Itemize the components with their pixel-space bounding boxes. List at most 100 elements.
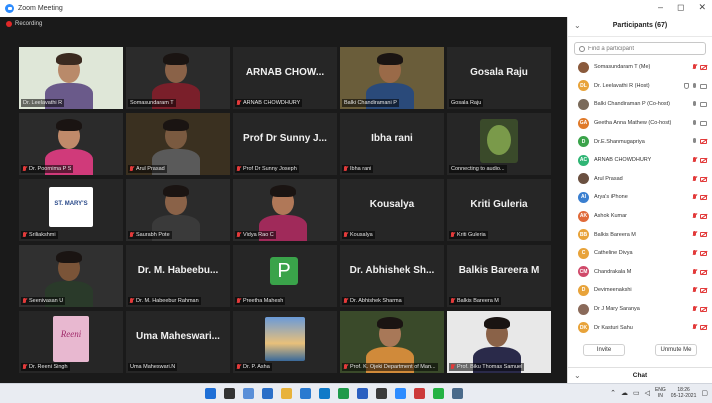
participant-row[interactable]: GA Geetha Anna Mathew (Co-host) — [568, 114, 712, 133]
mic-muted-icon[interactable] — [692, 156, 697, 163]
mic-muted-icon[interactable] — [692, 287, 697, 293]
tray-chevron-icon[interactable]: ⌃ — [610, 389, 616, 397]
participant-row[interactable]: AK Ashok Kumar — [568, 207, 712, 226]
mic-muted-icon[interactable] — [692, 231, 697, 237]
taskbar-app-icon[interactable] — [357, 388, 368, 399]
participant-row[interactable]: Balki Chandiraman P (Co-host) — [568, 95, 712, 114]
video-off-icon[interactable] — [700, 250, 707, 256]
mic-muted-icon[interactable] — [692, 305, 697, 312]
video-tile[interactable]: Gosala Raju Gosala Raju — [447, 47, 551, 109]
mic-muted-icon[interactable] — [692, 324, 697, 330]
participant-row[interactable]: C Catheline Divya — [568, 244, 712, 263]
participant-row[interactable]: BB Balkis Bareera M — [568, 225, 712, 244]
participant-row[interactable]: Somasundaram T (Me) — [568, 58, 712, 77]
mic-muted-icon[interactable] — [692, 64, 697, 70]
video-tile[interactable]: Vidya Rao C — [233, 179, 337, 241]
video-tile[interactable]: Ibha rani Ibha rani — [340, 113, 444, 175]
taskbar-app-icon[interactable] — [338, 388, 349, 399]
video-off-icon[interactable] — [700, 306, 707, 312]
mic-muted-icon[interactable] — [692, 212, 697, 219]
video-tile[interactable]: Balkis Bareera M Balkis Bareera M — [447, 245, 551, 307]
video-icon[interactable] — [700, 83, 707, 89]
mic-icon[interactable] — [692, 138, 697, 144]
video-off-icon[interactable] — [700, 176, 707, 182]
participant-name: Dr. Leelavathi R (Host) — [594, 82, 650, 89]
participant-row[interactable]: D Dr.E.Shanmugapriya — [568, 132, 712, 151]
taskbar-app-icon[interactable] — [376, 388, 387, 399]
mic-muted-icon[interactable] — [692, 194, 697, 200]
network-icon[interactable]: ▭ — [633, 389, 640, 397]
unmute-me-button[interactable]: Unmute Me — [655, 344, 697, 356]
mic-icon[interactable] — [692, 82, 697, 89]
video-icon[interactable] — [700, 102, 707, 108]
chat-bar[interactable]: ⌄ Chat — [568, 367, 712, 383]
mic-icon[interactable] — [692, 101, 697, 107]
video-off-icon[interactable] — [700, 288, 707, 294]
video-tile[interactable]: Arul Prasad — [126, 113, 230, 175]
video-tile[interactable]: Seenivasan U — [19, 245, 123, 307]
video-tile[interactable]: Reeni Dr. Reeni Singh — [19, 311, 123, 373]
taskbar-app-icon[interactable] — [262, 388, 273, 399]
video-off-icon[interactable] — [700, 65, 707, 70]
taskbar-app-icon[interactable] — [300, 388, 311, 399]
video-icon[interactable] — [700, 120, 707, 126]
taskbar-app-icon[interactable] — [319, 388, 330, 399]
video-tile[interactable]: Prof. K. Ojeki Department of Man... — [340, 311, 444, 373]
video-off-icon[interactable] — [700, 232, 707, 238]
video-tile[interactable]: Uma Maheswari... Uma Maheswari.N — [126, 311, 230, 373]
video-off-icon[interactable] — [700, 195, 707, 201]
video-tile[interactable]: Prof Dr Sunny J... Prof Dr Sunny Joseph — [233, 113, 337, 175]
taskbar-app-icon[interactable] — [243, 388, 254, 399]
video-off-icon[interactable] — [700, 157, 707, 163]
video-tile[interactable]: Kriti Guleria Kriti Guleria — [447, 179, 551, 241]
video-tile[interactable]: Somasundaram T — [126, 47, 230, 109]
taskbar-app-icon[interactable] — [281, 388, 292, 399]
video-tile[interactable]: Dr. P. Asha — [233, 311, 337, 373]
video-tile[interactable]: Connecting to audio... — [447, 113, 551, 175]
invite-button[interactable]: Invite — [583, 344, 625, 356]
notification-icon[interactable]: ▢ — [701, 389, 708, 397]
participant-row[interactable]: D Devimeenakshi — [568, 281, 712, 300]
taskbar-app-icon[interactable] — [414, 388, 425, 399]
taskbar-app-icon[interactable] — [395, 388, 406, 399]
mic-muted-icon[interactable] — [692, 249, 697, 256]
participant-row[interactable]: AI Arya's iPhone — [568, 188, 712, 207]
video-tile[interactable]: ST. MARY'S Sriliakshmi — [19, 179, 123, 241]
video-tile[interactable]: Dr. Abhishek Sh... Dr. Abhishek Sharma — [340, 245, 444, 307]
close-button[interactable]: ✕ — [698, 2, 706, 13]
mic-muted-icon[interactable] — [692, 175, 697, 182]
video-off-icon[interactable] — [700, 213, 707, 219]
video-tile[interactable]: Prof. Biku Thomas Samuel — [447, 311, 551, 373]
video-tile[interactable]: Dr. Leelavathi R — [19, 47, 123, 109]
participant-row[interactable]: CM Chandrakala M — [568, 263, 712, 282]
taskbar-app-icon[interactable] — [224, 388, 235, 399]
clock[interactable]: 18:26 05-12-2021 — [671, 387, 697, 399]
video-tile[interactable]: Kousalya Kousalya — [340, 179, 444, 241]
participant-row[interactable]: AC ARNAB CHOWDHURY — [568, 151, 712, 170]
mic-icon[interactable] — [692, 119, 697, 126]
taskbar-app-icon[interactable] — [205, 388, 216, 399]
video-tile[interactable]: Dr. M. Habeebu... Dr. M. Habeebur Rahman — [126, 245, 230, 307]
participant-search-input[interactable] — [588, 45, 698, 52]
video-tile[interactable]: ARNAB CHOW... ARNAB CHOWDHURY — [233, 47, 337, 109]
participant-row[interactable]: DL Dr. Leelavathi R (Host) — [568, 77, 712, 96]
video-off-icon[interactable] — [700, 269, 707, 275]
video-tile[interactable]: Dr. Poornima P S — [19, 113, 123, 175]
cloud-icon[interactable]: ☁ — [621, 389, 628, 397]
video-off-icon[interactable] — [700, 139, 707, 145]
video-tile[interactable]: Saurabh Pote — [126, 179, 230, 241]
mic-muted-icon[interactable] — [692, 268, 697, 275]
speaker-icon[interactable]: ◁ — [645, 389, 650, 397]
taskbar-app-icon[interactable] — [433, 388, 444, 399]
participant-row[interactable]: DK Dr Kasturi Sahu — [568, 318, 712, 337]
video-tile[interactable]: P Preetha Mahesh — [233, 245, 337, 307]
participant-row[interactable]: Arul Prasad — [568, 170, 712, 189]
recording-indicator[interactable]: Recording — [6, 21, 42, 27]
participant-row[interactable]: Dr J Mary Saranya — [568, 300, 712, 319]
taskbar-app-icon[interactable] — [452, 388, 463, 399]
maximize-button[interactable]: ◻ — [677, 2, 684, 13]
minimize-button[interactable]: – — [658, 2, 663, 13]
video-off-icon[interactable] — [700, 325, 707, 331]
video-tile[interactable]: Balki Chandiramani P — [340, 47, 444, 109]
language-indicator[interactable]: ENG IN — [655, 387, 666, 399]
